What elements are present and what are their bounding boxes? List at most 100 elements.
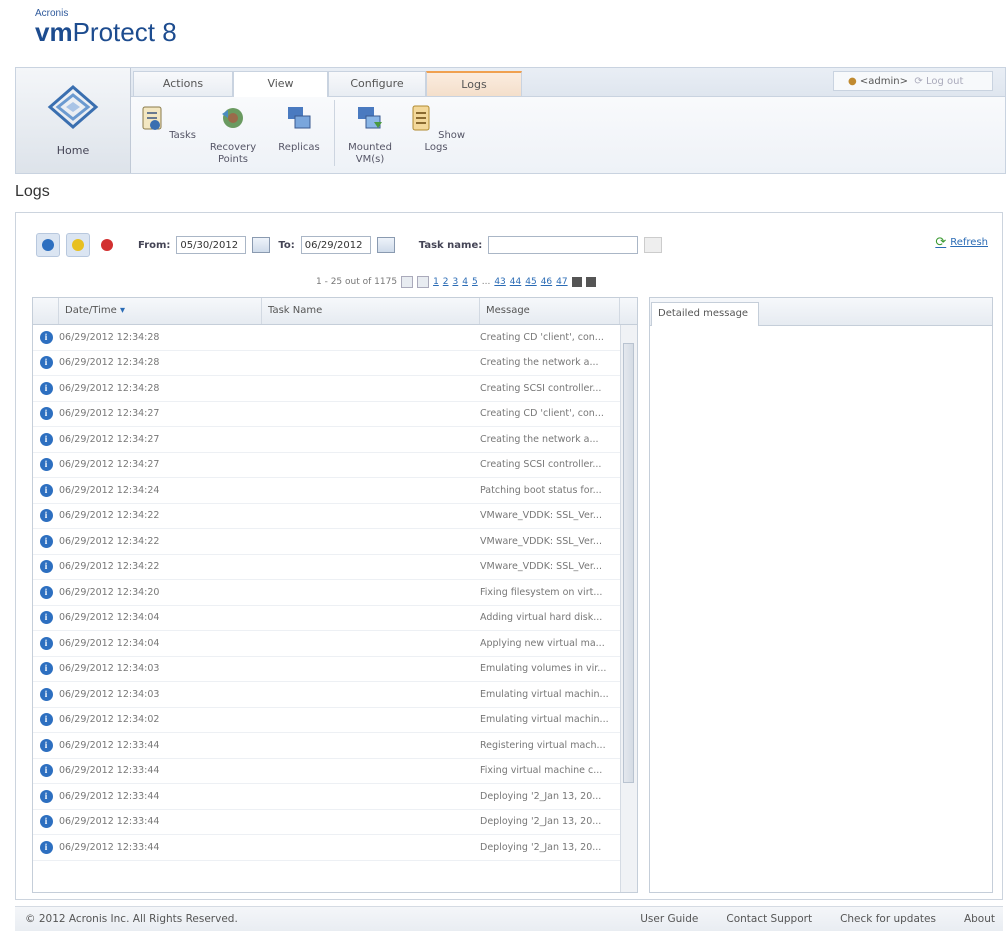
page-link[interactable]: 45 <box>525 277 536 287</box>
table-row[interactable]: i 06/29/2012 12:34:27 Creating SCSI contro… <box>33 453 637 478</box>
row-info-icon: i <box>33 330 59 344</box>
row-datetime: 06/29/2012 12:33:44 <box>59 765 160 777</box>
recovery-points-icon <box>222 108 243 128</box>
refresh-icon: ⟳ <box>935 235 947 250</box>
page-link[interactable]: 1 <box>433 277 439 287</box>
filter-info-button[interactable] <box>36 233 60 257</box>
task-name-input[interactable] <box>488 236 639 254</box>
row-datetime: 06/29/2012 12:34:22 <box>59 535 160 547</box>
logs-panel: From: To: Task name: ⟳ Refresh 1 - 25 ou… <box>15 212 1003 900</box>
next-page-button[interactable] <box>571 277 582 287</box>
row-message: Patching boot status for... <box>480 484 602 496</box>
from-date-input[interactable] <box>176 236 247 254</box>
from-label: From: <box>138 239 171 251</box>
mounted-vms-button[interactable]: Mounted VM(s) <box>337 100 403 166</box>
first-page-button[interactable] <box>401 276 414 288</box>
tasks-button[interactable]: Tasks <box>134 100 200 166</box>
page-link[interactable]: 47 <box>556 277 567 287</box>
to-calendar-icon[interactable] <box>376 237 395 253</box>
table-row[interactable]: i 06/29/2012 12:34:22 VMware_VDDK: SSL_Ver… <box>33 555 637 580</box>
table-row[interactable]: i 06/29/2012 12:33:44 Deploying '2_Jan 13,… <box>33 784 637 810</box>
page-link[interactable]: 4 <box>462 277 468 287</box>
user-guide-link[interactable]: User Guide <box>640 907 698 931</box>
row-datetime: 06/29/2012 12:33:44 <box>59 790 160 802</box>
page-link[interactable]: 46 <box>541 277 552 287</box>
task-search-icon[interactable] <box>644 237 663 253</box>
contact-support-link[interactable]: Contact Support <box>726 907 812 931</box>
table-row[interactable]: i 06/29/2012 12:34:24 Patching boot status… <box>33 478 637 504</box>
scrollbar-thumb[interactable] <box>623 343 634 783</box>
brand-logo: Acronis vmProtect 8 <box>35 8 177 47</box>
table-row[interactable]: i 06/29/2012 12:33:44 Registering virtual … <box>33 733 637 759</box>
show-logs-button[interactable]: Show Logs <box>403 100 469 166</box>
row-info-icon: i <box>33 840 59 854</box>
row-info-icon: i <box>33 483 59 497</box>
mounted-vms-label-2: VM(s) <box>355 154 385 165</box>
table-row[interactable]: i 06/29/2012 12:34:04 Adding virtual hard … <box>33 606 637 631</box>
row-info-icon: i <box>33 764 59 778</box>
logs-grid: Date/Time ▾ Task Name Message i 06/29/201… <box>32 297 638 893</box>
prev-page-button[interactable] <box>417 276 430 288</box>
replicas-button[interactable]: Replicas <box>266 100 332 166</box>
table-row[interactable]: i 06/29/2012 12:34:28 Creating the network… <box>33 351 637 376</box>
tab-logs[interactable]: Logs <box>426 71 522 96</box>
table-row[interactable]: i 06/29/2012 12:34:02 Emulating virtual ma… <box>33 708 637 733</box>
header-datetime[interactable]: Date/Time ▾ <box>59 298 262 324</box>
row-message: Creating the network a... <box>480 357 599 369</box>
table-row[interactable]: i 06/29/2012 12:34:03 Emulating virtual ma… <box>33 682 637 708</box>
replicas-icon <box>288 107 311 129</box>
row-message: Creating the network a... <box>480 433 599 445</box>
header-message[interactable]: Message <box>480 298 620 324</box>
table-row[interactable]: i 06/29/2012 12:34:27 Creating CD 'client'… <box>33 402 637 427</box>
table-row[interactable]: i 06/29/2012 12:34:04 Applying new virtual… <box>33 631 637 657</box>
header-datetime-label: Date/Time <box>65 305 117 316</box>
table-row[interactable]: i 06/29/2012 12:34:20 Fixing filesystem on… <box>33 580 637 606</box>
recovery-points-button[interactable]: Recovery Points <box>200 100 266 166</box>
header-taskname[interactable]: Task Name <box>262 298 480 324</box>
about-link[interactable]: About <box>964 907 995 931</box>
refresh-link[interactable]: ⟳ Refresh <box>935 235 988 250</box>
row-info-icon: i <box>33 432 59 446</box>
table-row[interactable]: i 06/29/2012 12:34:22 VMware_VDDK: SSL_Ver… <box>33 504 637 529</box>
table-row[interactable]: i 06/29/2012 12:34:03 Emulating volumes in… <box>33 657 637 682</box>
product-name: vmProtect 8 <box>35 17 177 47</box>
to-date-input[interactable] <box>300 236 371 254</box>
page-link[interactable]: 5 <box>472 277 478 287</box>
last-page-button[interactable] <box>585 277 596 287</box>
row-message: Applying new virtual ma... <box>480 637 605 649</box>
page-link[interactable]: 3 <box>453 277 459 287</box>
table-row[interactable]: i 06/29/2012 12:33:44 Deploying '2_Jan 13,… <box>33 810 637 835</box>
filter-error-button[interactable] <box>96 234 118 256</box>
copyright: © 2012 Acronis Inc. All Rights Reserved. <box>25 913 238 925</box>
tab-configure[interactable]: Configure <box>328 71 426 96</box>
row-datetime: 06/29/2012 12:34:22 <box>59 561 160 573</box>
row-info-icon: i <box>33 407 59 421</box>
table-row[interactable]: i 06/29/2012 12:34:28 Creating SCSI contro… <box>33 376 637 402</box>
row-datetime: 06/29/2012 12:34:04 <box>59 637 160 649</box>
to-label: To: <box>278 239 295 251</box>
tab-view[interactable]: View <box>233 71 328 97</box>
table-row[interactable]: i 06/29/2012 12:33:44 Fixing virtual machi… <box>33 759 637 784</box>
check-updates-link[interactable]: Check for updates <box>840 907 936 931</box>
row-message: Deploying '2_Jan 13, 20... <box>480 790 602 802</box>
row-datetime: 06/29/2012 12:33:44 <box>59 816 160 828</box>
home-button[interactable]: Home <box>16 68 131 173</box>
tab-actions[interactable]: Actions <box>133 71 233 96</box>
user-name[interactable]: <admin> <box>860 76 908 87</box>
from-calendar-icon[interactable] <box>252 237 271 253</box>
logout-link[interactable]: ⟳ Log out <box>914 76 963 87</box>
table-row[interactable]: i 06/29/2012 12:33:44 Deploying '2_Jan 13,… <box>33 835 637 861</box>
tab-detailed-message[interactable]: Detailed message <box>651 302 759 326</box>
table-row[interactable]: i 06/29/2012 12:34:27 Creating the network… <box>33 427 637 453</box>
page-link[interactable]: 43 <box>494 277 505 287</box>
filter-bar: From: To: Task name: <box>36 233 663 257</box>
page-link[interactable]: 44 <box>510 277 521 287</box>
row-datetime: 06/29/2012 12:34:28 <box>59 331 160 343</box>
page-link[interactable]: 2 <box>443 277 449 287</box>
filter-warning-button[interactable] <box>66 233 90 257</box>
table-row[interactable]: i 06/29/2012 12:34:28 Creating CD 'client'… <box>33 325 637 351</box>
row-message: Deploying '2_Jan 13, 20... <box>480 841 602 853</box>
detailed-message-panel: Detailed message <box>649 297 993 893</box>
grid-scrollbar[interactable] <box>620 325 637 892</box>
table-row[interactable]: i 06/29/2012 12:34:22 VMware_VDDK: SSL_Ver… <box>33 529 637 555</box>
